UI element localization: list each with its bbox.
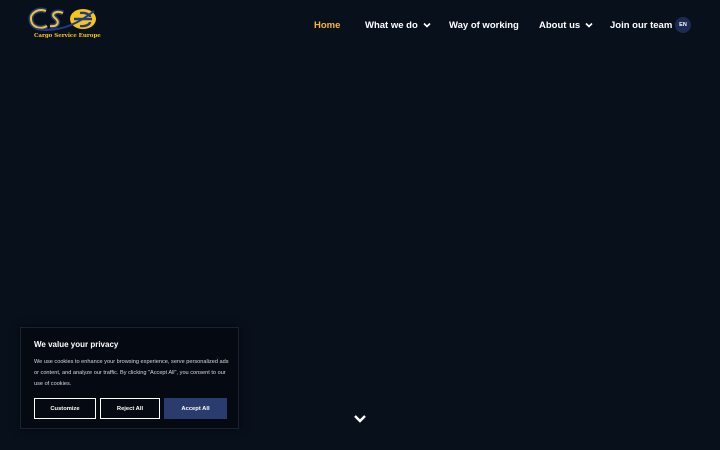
cse-logo[interactable]: Cargo Service Europe: [28, 6, 101, 44]
nav-join-our-team-label: Join our team: [610, 19, 673, 31]
nav-way-of-working-label: Way of working: [449, 19, 519, 31]
cookie-title: We value your privacy: [34, 340, 119, 349]
nav-home-label: Home: [314, 19, 341, 31]
nav-join-our-team[interactable]: Join our team: [610, 17, 672, 33]
chevron-down-icon: [585, 22, 593, 28]
site-header: Cargo Service Europe Home What we do Way…: [0, 0, 720, 50]
logo-text: Cargo Service Europe: [34, 33, 101, 39]
accept-all-button[interactable]: Accept All: [164, 398, 227, 419]
cookie-consent-banner: We value your privacy We use cookies to …: [20, 327, 239, 429]
customize-button[interactable]: Customize: [34, 398, 96, 419]
nav-way-of-working[interactable]: Way of working: [449, 17, 519, 33]
cookie-description: We use cookies to enhance your browsing …: [34, 359, 229, 387]
scroll-down-icon[interactable]: [353, 413, 367, 425]
nav-about-us-label: About us: [539, 19, 581, 31]
cse-logo-mark: [28, 7, 96, 31]
reject-all-button[interactable]: Reject All: [100, 398, 160, 419]
nav-what-we-do-label: What we do: [365, 19, 418, 31]
nav-home[interactable]: Home: [314, 17, 340, 33]
nav-what-we-do[interactable]: What we do: [365, 17, 431, 33]
chevron-down-icon: [423, 22, 431, 28]
nav-about-us[interactable]: About us: [539, 17, 593, 33]
language-switcher[interactable]: EN: [675, 17, 691, 33]
